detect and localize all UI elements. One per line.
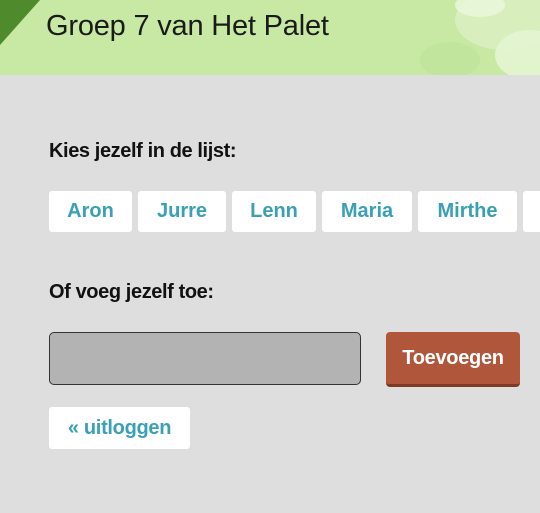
name-button-mirthe[interactable]: Mirthe xyxy=(418,191,517,232)
name-button-jurre[interactable]: Jurre xyxy=(138,191,226,232)
page-title: Groep 7 van Het Palet xyxy=(46,10,329,42)
foliage-decoration xyxy=(420,0,540,75)
header-corner-decoration xyxy=(0,0,40,45)
add-yourself-label: Of voeg jezelf toe: xyxy=(49,281,214,303)
add-button[interactable]: Toevoegen xyxy=(386,332,520,387)
name-input[interactable] xyxy=(49,332,361,385)
logout-button[interactable]: « uitloggen xyxy=(49,407,190,449)
name-button-lenn[interactable]: Lenn xyxy=(232,191,316,232)
choose-yourself-label: Kies jezelf in de lijst: xyxy=(49,140,237,162)
name-button-next[interactable] xyxy=(523,191,540,232)
name-button-maria[interactable]: Maria xyxy=(322,191,412,232)
name-list: Aron Jurre Lenn Maria Mirthe xyxy=(49,191,540,232)
page-header: Groep 7 van Het Palet xyxy=(0,0,540,75)
name-button-aron[interactable]: Aron xyxy=(49,191,132,232)
